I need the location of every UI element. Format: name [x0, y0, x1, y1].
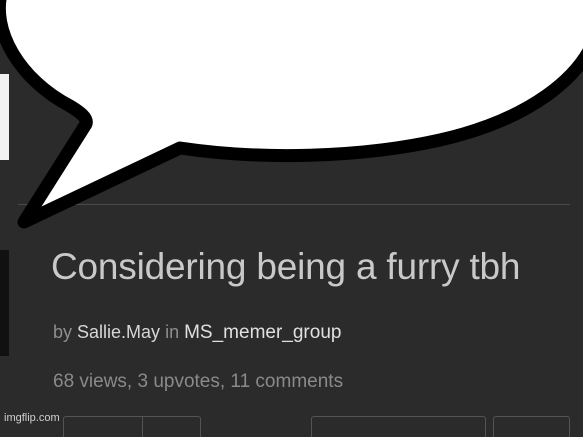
imgflip-watermark: imgflip.com: [4, 412, 60, 424]
speech-bubble: [0, 0, 583, 229]
meme-canvas: Considering being a furry tbh by Sallie.…: [0, 0, 583, 437]
speech-bubble-shape: [0, 0, 583, 229]
